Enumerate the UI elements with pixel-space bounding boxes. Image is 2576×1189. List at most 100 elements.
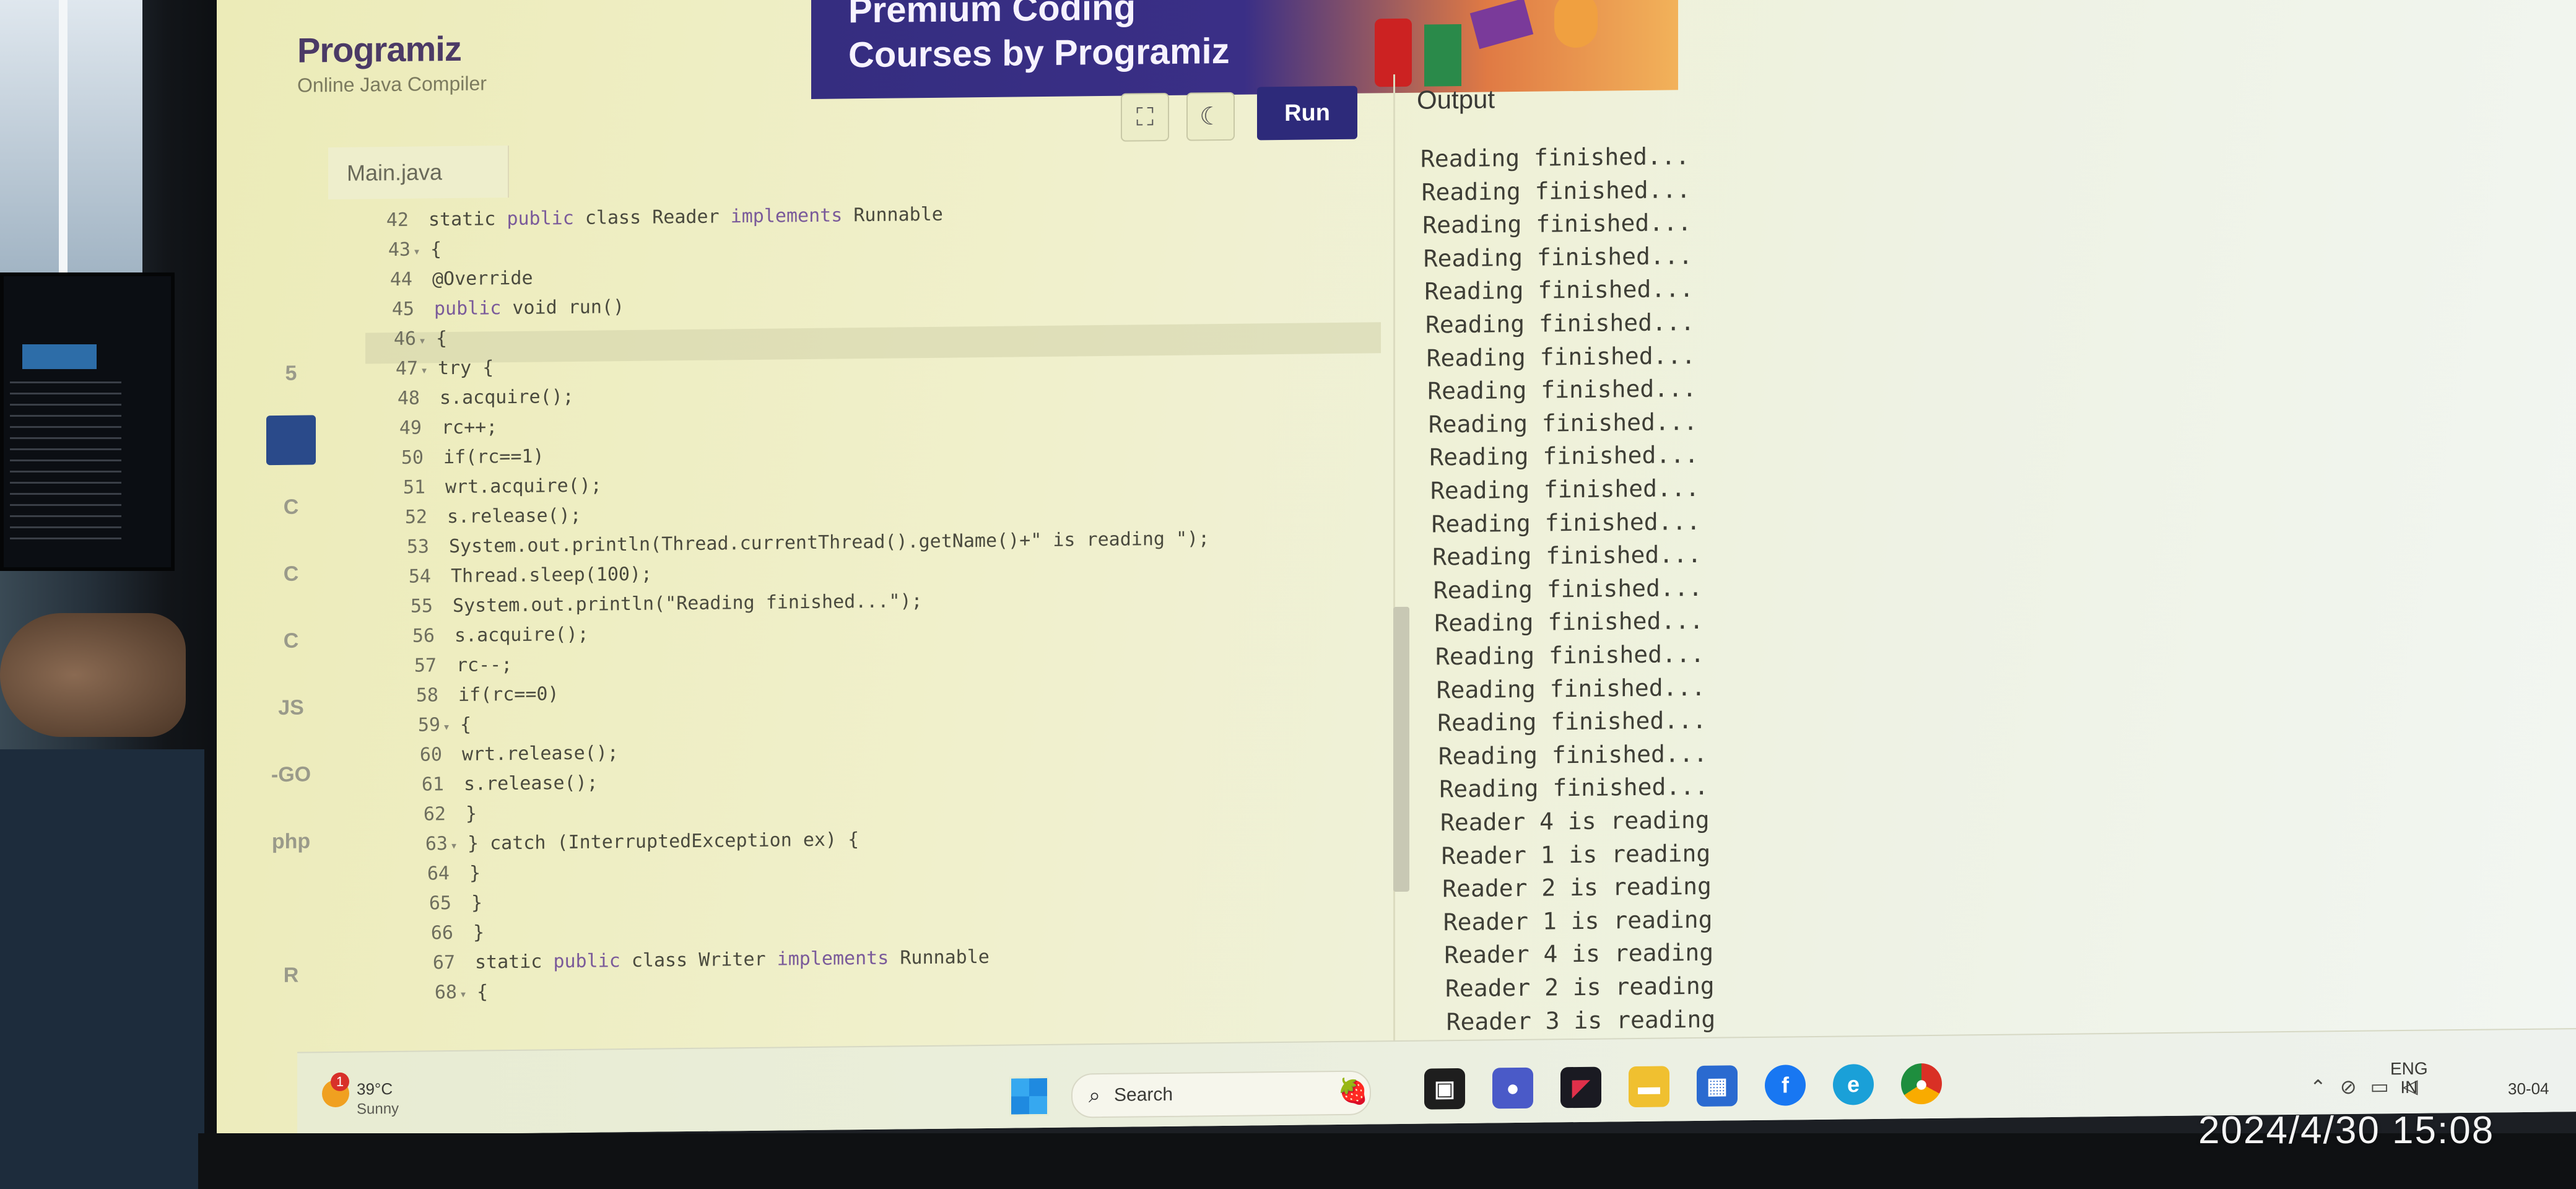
fold-arrow-icon[interactable]: ▾ [413, 236, 430, 266]
banner-text: Premium Coding Courses by Programiz [848, 0, 1230, 77]
language-sql[interactable] [266, 281, 316, 331]
language-c[interactable]: C [266, 482, 316, 532]
output-console[interactable]: Reading finished... Reading finished... Re… [1406, 118, 2520, 1071]
code-text: s.acquire(); [440, 385, 574, 409]
line-number: 55 [410, 595, 433, 617]
output-line: Reading finished... [1422, 209, 1692, 239]
code-line[interactable]: 42 static public class Reader implements … [365, 200, 943, 236]
code-line[interactable]: 45 public void run() [371, 292, 624, 324]
line-number: 42 [386, 209, 409, 232]
system-tray[interactable]: ⌃⊘▭◁ ENG IN 30-04 [2297, 1048, 2557, 1112]
line-number: 60 [419, 744, 442, 766]
code-line[interactable]: 49 rc++; [378, 412, 497, 443]
output-line: Reader 1 is reading [1443, 905, 1713, 936]
code-editor[interactable]: 42 static public class Reader implements … [328, 192, 1393, 1058]
language-js[interactable]: JS [266, 682, 316, 733]
code-line[interactable]: 55 System.out.println("Reading finished..… [389, 586, 923, 622]
background-monitor-text [10, 381, 121, 542]
code-line[interactable]: 57 rc--; [393, 650, 512, 681]
code-line[interactable]: 62} [402, 799, 477, 830]
fold-arrow-icon[interactable]: ▾ [420, 355, 438, 385]
code-line[interactable]: 51 wrt.acquire(); [382, 471, 602, 503]
run-button[interactable]: Run [1257, 85, 1357, 141]
banner-line-2: Courses by Programiz [848, 30, 1230, 76]
line-number: 43 [388, 238, 411, 261]
language-indicator[interactable]: ENG IN [2390, 1059, 2428, 1097]
zoom-icon[interactable]: ● [1492, 1067, 1533, 1109]
output-line: Reader 1 is reading [1441, 839, 1711, 869]
app-icon[interactable]: ◤ [1560, 1066, 1601, 1108]
taskbar-search[interactable]: ⌕ Search [1071, 1070, 1371, 1118]
fold-arrow-icon[interactable]: ▾ [450, 830, 468, 860]
photo-timestamp: 2024/4/30 15:08 [2198, 1109, 2495, 1152]
fullscreen-button[interactable]: ⛶ [1121, 92, 1169, 142]
code-line[interactable]: 58 if(rc==0) [395, 679, 559, 711]
code-line[interactable]: 50 if(rc==1) [380, 442, 544, 473]
brand[interactable]: Programiz Online Java Compiler [297, 28, 487, 97]
promo-banner[interactable]: Premium Coding Courses by Programiz [811, 0, 1678, 99]
code-line[interactable]: 44 @Override [369, 264, 533, 295]
fold-arrow-icon[interactable]: ▾ [459, 979, 477, 1009]
code-line[interactable]: 52 s.release(); [384, 501, 581, 533]
line-number: 61 [421, 773, 444, 796]
pane-divider[interactable] [1393, 74, 1395, 1066]
code-line[interactable]: 67 static public class Writer implements … [412, 943, 990, 978]
code-line[interactable]: 47 ▾ try { [375, 353, 494, 384]
output-line: Reading finished... [1437, 706, 1707, 737]
code-text: { [436, 328, 448, 350]
language-swift[interactable] [266, 883, 316, 933]
windows-start-icon[interactable] [1009, 1076, 1049, 1117]
code-line[interactable]: 64} [406, 859, 481, 889]
code-line[interactable]: 60 wrt.release(); [399, 738, 619, 770]
language-r[interactable] [266, 214, 316, 264]
folder-icon[interactable]: ▬ [1629, 1066, 1669, 1108]
language-java[interactable] [266, 415, 316, 466]
fold-arrow-icon[interactable]: ▾ [443, 712, 460, 741]
store-icon[interactable]: ▦ [1697, 1065, 1738, 1107]
line-number: 56 [412, 625, 435, 647]
language-sidebar: 5 C C C JS -GO php R [254, 147, 328, 1058]
line-number: 62 [423, 803, 446, 825]
language-python[interactable] [266, 147, 316, 198]
search-icon: ⌕ [1089, 1083, 1101, 1107]
language-rust[interactable]: R [266, 950, 316, 1000]
file-explorer-icon[interactable]: ▣ [1424, 1068, 1465, 1110]
csharp-icon: C [283, 629, 299, 653]
file-tab-main-java[interactable]: Main.java [328, 146, 509, 200]
code-line[interactable]: 56 s.acquire(); [391, 620, 589, 651]
edge-icon[interactable]: e [1833, 1063, 1874, 1105]
code-line[interactable]: 65} [408, 889, 482, 919]
language-label: php [271, 829, 311, 853]
output-line: Reading finished... [1429, 441, 1699, 471]
language-php[interactable]: php [266, 816, 316, 866]
code-line[interactable]: 61 s.release(); [401, 769, 598, 800]
code-line[interactable]: 63 ▾} catch (InterruptedException ex) { [404, 825, 859, 860]
code-line[interactable]: 43 ▾{ [367, 235, 442, 265]
theme-toggle-button[interactable]: ☾ [1186, 92, 1235, 141]
code-line[interactable]: 48 s.acquire(); [376, 382, 574, 414]
current-line-highlight [365, 322, 1381, 364]
fold-arrow-icon[interactable]: ▾ [419, 325, 436, 355]
code-line[interactable]: 66} [410, 918, 484, 948]
line-number: 49 [399, 417, 422, 439]
output-scrollbar[interactable] [1393, 606, 1409, 892]
output-line: Reading finished... [1426, 341, 1696, 372]
code-text: } catch (InterruptedException ex) { [468, 829, 859, 855]
code-line[interactable]: 46 ▾{ [373, 324, 447, 354]
line-number: 46 [393, 328, 416, 351]
code-line[interactable]: 59 ▾{ [397, 710, 471, 741]
language-html[interactable]: 5 [266, 348, 316, 398]
chrome-icon[interactable]: ● [1901, 1063, 1942, 1105]
code-text: static public class Reader implements Ru… [429, 203, 943, 231]
facebook-icon[interactable]: f [1765, 1065, 1806, 1106]
code-text: if(rc==1) [443, 445, 544, 469]
code-line[interactable]: 68 ▾{ [414, 977, 488, 1008]
language-go[interactable]: -GO [266, 749, 316, 799]
banner-shape [1424, 24, 1461, 87]
code-line[interactable]: 54 Thread.sleep(100); [388, 560, 652, 592]
code-text: Thread.sleep(100); [451, 563, 653, 588]
language-csharp[interactable]: C [266, 616, 316, 666]
weather-widget[interactable]: 1 39°C Sunny [322, 1066, 458, 1130]
code-text: s.acquire(); [455, 623, 589, 647]
language-cpp[interactable]: C [266, 549, 316, 599]
